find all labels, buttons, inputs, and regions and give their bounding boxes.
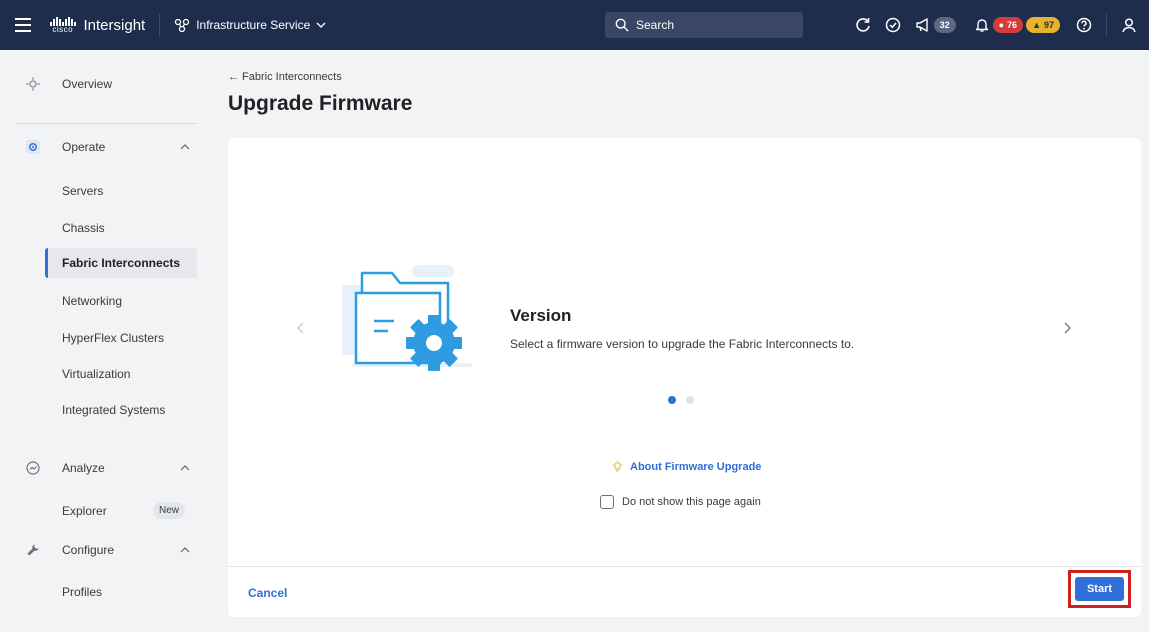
megaphone-icon xyxy=(915,18,928,32)
do-not-show-again-checkbox[interactable] xyxy=(600,495,614,509)
warning-count: 97 xyxy=(1043,20,1054,30)
divider xyxy=(1106,14,1107,36)
sidebar-item-virtualization[interactable]: Virtualization xyxy=(62,367,130,381)
overview-icon xyxy=(26,77,40,91)
footer-divider xyxy=(228,566,1141,567)
step-dot[interactable] xyxy=(686,396,694,404)
sidebar-item-networking[interactable]: Networking xyxy=(62,294,122,308)
service-name: Infrastructure Service xyxy=(196,18,311,32)
firmware-folder-gear-illustration xyxy=(342,265,472,371)
sidebar-divider xyxy=(16,123,197,124)
sidebar-item-label: Overview xyxy=(62,77,113,91)
cisco-logo: cisco xyxy=(50,16,76,34)
alarms-button[interactable]: ● 76 ▲ 97 xyxy=(974,17,1060,33)
cisco-wordmark: cisco xyxy=(52,24,74,34)
warning-icon: ▲ xyxy=(1032,20,1041,30)
infrastructure-icon xyxy=(175,18,190,32)
cancel-button[interactable]: Cancel xyxy=(248,586,287,600)
sidebar-item-label: Explorer xyxy=(62,504,107,518)
start-button[interactable]: Start xyxy=(1075,577,1124,601)
about-link-label: About Firmware Upgrade xyxy=(630,460,762,473)
service-selector[interactable]: Infrastructure Service xyxy=(174,18,326,32)
sidebar: Overview Operate Servers Chassis Fabric … xyxy=(0,50,213,632)
user-icon[interactable] xyxy=(1121,17,1137,33)
chevron-up-icon xyxy=(180,547,190,553)
top-bar: cisco Intersight Infrastructure Service … xyxy=(0,0,1149,50)
divider xyxy=(159,14,161,36)
topbar-actions: 32 ● 76 ▲ 97 xyxy=(841,0,1149,50)
step-dot-active[interactable] xyxy=(668,396,676,404)
refresh-icon[interactable] xyxy=(855,17,871,33)
sidebar-item-chassis[interactable]: Chassis xyxy=(62,221,105,235)
checkbox-label: Do not show this page again xyxy=(622,496,761,508)
lightbulb-icon xyxy=(612,460,623,472)
search-input[interactable]: Search xyxy=(605,12,803,38)
app-logo[interactable]: cisco Intersight xyxy=(46,16,146,34)
critical-count: 76 xyxy=(1007,20,1018,30)
page-title: Upgrade Firmware xyxy=(228,92,413,115)
start-highlight-box: Start xyxy=(1068,570,1131,608)
about-firmware-upgrade-link[interactable]: About Firmware Upgrade xyxy=(611,460,761,473)
sidebar-item-profiles[interactable]: Profiles xyxy=(62,585,102,599)
tasks-check-icon[interactable] xyxy=(885,17,901,33)
menu-icon[interactable] xyxy=(0,0,46,50)
sidebar-item-integrated-systems[interactable]: Integrated Systems xyxy=(62,403,165,417)
operate-icon xyxy=(26,140,40,154)
step-indicator xyxy=(668,396,694,404)
sidebar-item-fabric-interconnects[interactable]: Fabric Interconnects xyxy=(45,248,197,278)
announcements-badge: 32 xyxy=(933,17,956,33)
app-name: Intersight xyxy=(83,16,146,34)
step-description: Select a firmware version to upgrade the… xyxy=(510,337,855,351)
sidebar-section-label: Analyze xyxy=(62,461,105,475)
previous-arrow-icon[interactable] xyxy=(294,321,308,335)
bell-icon xyxy=(975,19,988,32)
next-arrow-icon[interactable] xyxy=(1060,321,1074,335)
critical-alarms-badge: ● 76 xyxy=(992,17,1024,33)
help-icon[interactable] xyxy=(1076,17,1092,33)
sidebar-section-label: Operate xyxy=(62,140,106,154)
announcements-button[interactable]: 32 xyxy=(915,17,956,33)
search-placeholder: Search xyxy=(636,18,675,32)
sidebar-item-hyperflex-clusters[interactable]: HyperFlex Clusters xyxy=(62,331,164,345)
new-badge: New xyxy=(153,502,186,519)
chevron-up-icon xyxy=(180,144,190,150)
wizard-card: Version Select a firmware version to upg… xyxy=(228,138,1141,617)
sidebar-item-servers[interactable]: Servers xyxy=(62,184,103,198)
wrench-icon xyxy=(27,544,39,556)
critical-icon: ● xyxy=(998,20,1005,30)
chevron-up-icon xyxy=(180,465,190,471)
do-not-show-again-checkbox-row[interactable]: Do not show this page again xyxy=(600,495,761,509)
analyze-icon xyxy=(26,461,40,475)
breadcrumb[interactable]: ← Fabric Interconnects xyxy=(228,71,342,83)
chevron-down-icon xyxy=(316,22,326,28)
search-icon xyxy=(615,18,629,32)
warning-alarms-badge: ▲ 97 xyxy=(1026,17,1060,33)
sidebar-item-explorer[interactable]: Explorer New xyxy=(0,502,213,519)
sidebar-section-label: Configure xyxy=(62,543,115,557)
step-title: Version xyxy=(510,306,572,325)
